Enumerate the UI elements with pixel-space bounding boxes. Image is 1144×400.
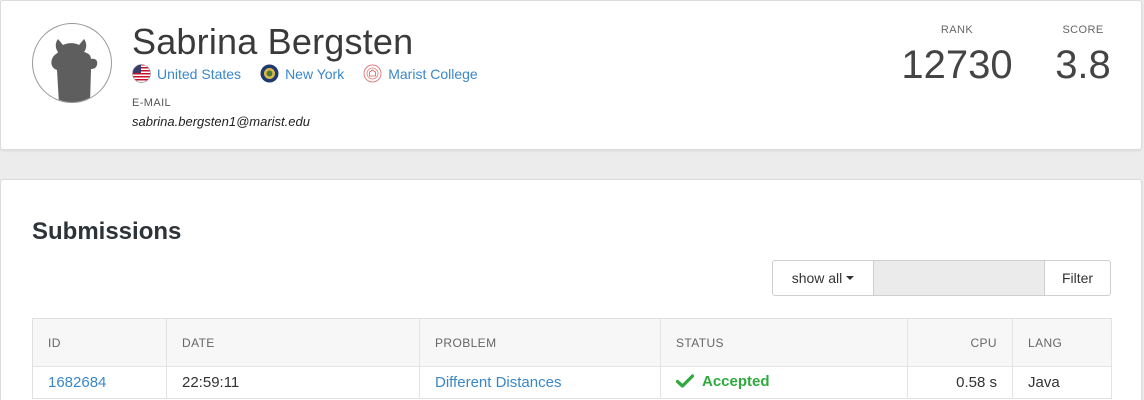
column-header-cpu[interactable]: CPU bbox=[907, 318, 1013, 367]
submission-id-link[interactable]: 1682684 bbox=[48, 374, 106, 391]
submission-lang: Java bbox=[1012, 366, 1112, 399]
submission-status-cell: Accepted bbox=[660, 366, 908, 399]
show-all-label: show all bbox=[791, 270, 843, 286]
submissions-table: ID DATE PROBLEM STATUS CPU LANG 1682684 … bbox=[32, 318, 1112, 399]
checkmark-icon bbox=[676, 374, 694, 388]
submission-problem-cell: Different Distances bbox=[419, 366, 661, 399]
column-header-lang[interactable]: LANG bbox=[1012, 318, 1112, 367]
show-all-dropdown[interactable]: show all bbox=[772, 260, 874, 296]
rank-stat: RANK 12730 bbox=[899, 24, 1015, 88]
submission-cpu: 0.58 s bbox=[907, 366, 1013, 399]
table-header-row: ID DATE PROBLEM STATUS CPU LANG bbox=[32, 318, 1112, 367]
email-label: E-MAIL bbox=[132, 97, 172, 109]
score-label: SCORE bbox=[1062, 24, 1104, 36]
filter-button[interactable]: Filter bbox=[1044, 260, 1111, 296]
email-value: sabrina.bergsten1@marist.edu bbox=[132, 114, 310, 129]
school-item[interactable]: Marist College bbox=[363, 64, 478, 83]
table-row: 1682684 22:59:11 Different Distances Acc… bbox=[32, 366, 1112, 399]
status-text: Accepted bbox=[702, 372, 770, 390]
country-item[interactable]: United States bbox=[132, 64, 241, 83]
submissions-card: Submissions show all Filter ID DATE PROB… bbox=[0, 179, 1142, 400]
new-york-seal-icon bbox=[260, 64, 279, 83]
filter-input[interactable] bbox=[874, 260, 1044, 296]
us-flag-icon bbox=[132, 64, 151, 83]
submissions-title: Submissions bbox=[32, 218, 182, 245]
column-header-status[interactable]: STATUS bbox=[660, 318, 908, 367]
column-header-id[interactable]: ID bbox=[32, 318, 167, 367]
state-link[interactable]: New York bbox=[285, 66, 344, 82]
submission-date: 22:59:11 bbox=[166, 366, 420, 399]
user-name: Sabrina Bergsten bbox=[132, 21, 414, 62]
user-avatar-icon bbox=[32, 23, 112, 103]
status-badge: Accepted bbox=[676, 373, 770, 390]
problem-link[interactable]: Different Distances bbox=[435, 374, 561, 391]
state-item[interactable]: New York bbox=[260, 64, 344, 83]
country-link[interactable]: United States bbox=[157, 66, 241, 82]
rank-label: RANK bbox=[940, 24, 974, 36]
affiliation-row: United States New York Marist College bbox=[132, 64, 497, 83]
score-value: 3.8 bbox=[1055, 43, 1111, 87]
marist-college-logo-icon bbox=[363, 64, 382, 83]
rank-value: 12730 bbox=[901, 43, 1013, 87]
column-header-date[interactable]: DATE bbox=[166, 318, 420, 367]
column-header-problem[interactable]: PROBLEM bbox=[419, 318, 661, 367]
caret-down-icon bbox=[846, 276, 855, 280]
submission-filter: show all Filter bbox=[772, 260, 1111, 296]
submission-id-cell: 1682684 bbox=[32, 366, 167, 399]
score-stat: SCORE 3.8 bbox=[1051, 24, 1115, 88]
profile-card: Sabrina Bergsten United States New York … bbox=[0, 0, 1142, 150]
school-link[interactable]: Marist College bbox=[388, 66, 477, 82]
